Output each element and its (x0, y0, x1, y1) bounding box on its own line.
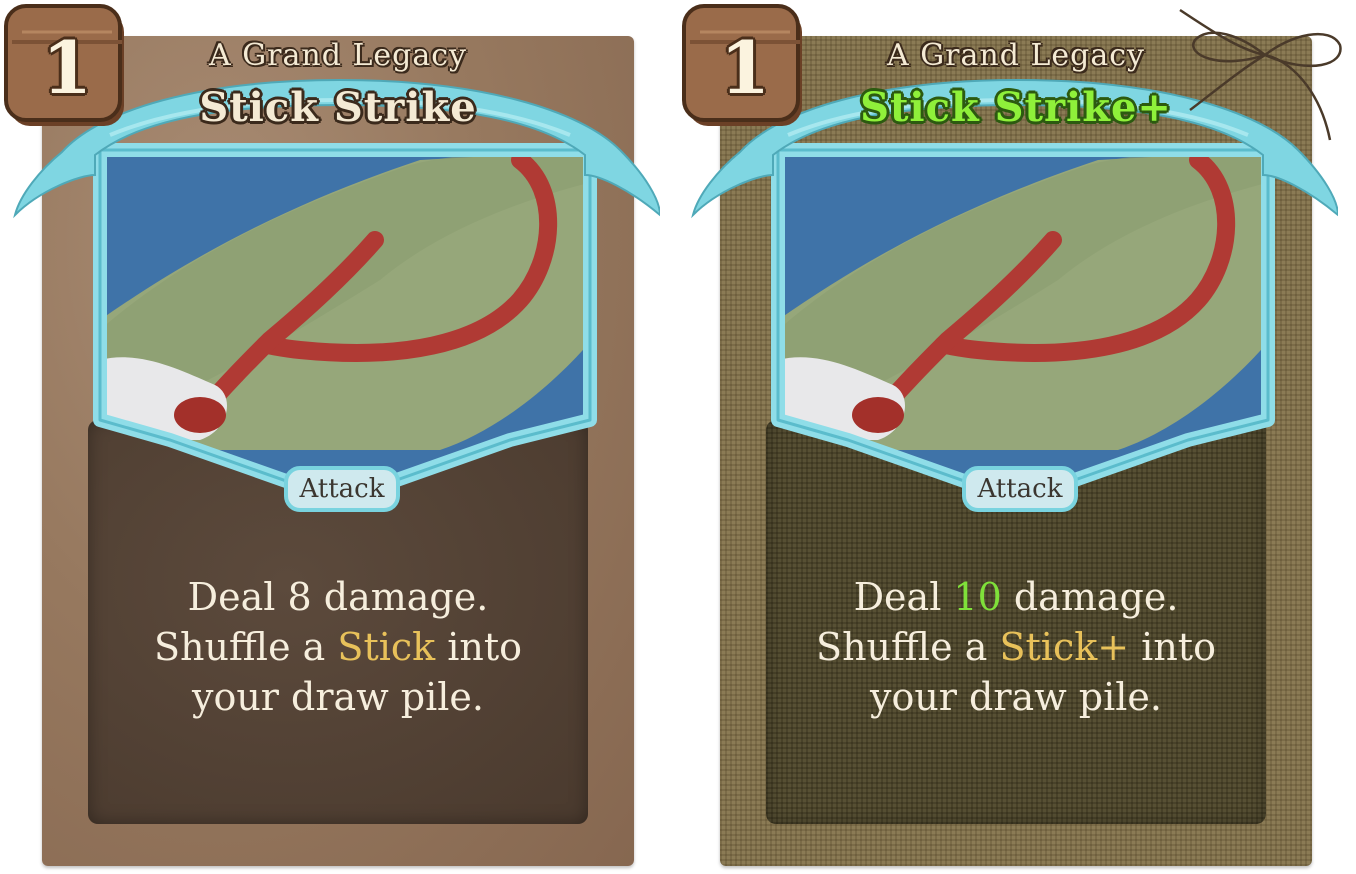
card-type-tag: Attack (962, 466, 1078, 512)
card-set-name: A Grand Legacy (209, 38, 467, 73)
stick-art-icon (778, 150, 1268, 500)
keyword-stick: Stick (337, 625, 436, 669)
keyword-stick-plus: Stick+ (999, 625, 1130, 669)
card-type-tag: Attack (284, 466, 400, 512)
damage-value: 10 (953, 575, 1002, 619)
card-stick-strike[interactable]: 1 A Grand Legacy Stick Strike Attack Dea… (0, 0, 660, 874)
description-line-1: Deal 8 damage. (187, 575, 489, 619)
description-line-3: your draw pile. (191, 675, 484, 719)
description-line-2: Shuffle a Stick into (153, 625, 523, 669)
card-description: Deal 10 damage. Shuffle a Stick+ into yo… (786, 572, 1246, 722)
description-line-2: Shuffle a Stick+ into (816, 625, 1216, 669)
description-line-3: your draw pile. (869, 675, 1162, 719)
twine-bow-icon (1179, 8, 1342, 141)
card-description: Deal 8 damage. Shuffle a Stick into your… (108, 572, 568, 722)
card-title: Stick Strike (199, 84, 477, 131)
stick-art-icon (100, 150, 590, 500)
damage-value: 8 (287, 575, 312, 619)
description-line-1: Deal 10 damage. (853, 575, 1179, 619)
